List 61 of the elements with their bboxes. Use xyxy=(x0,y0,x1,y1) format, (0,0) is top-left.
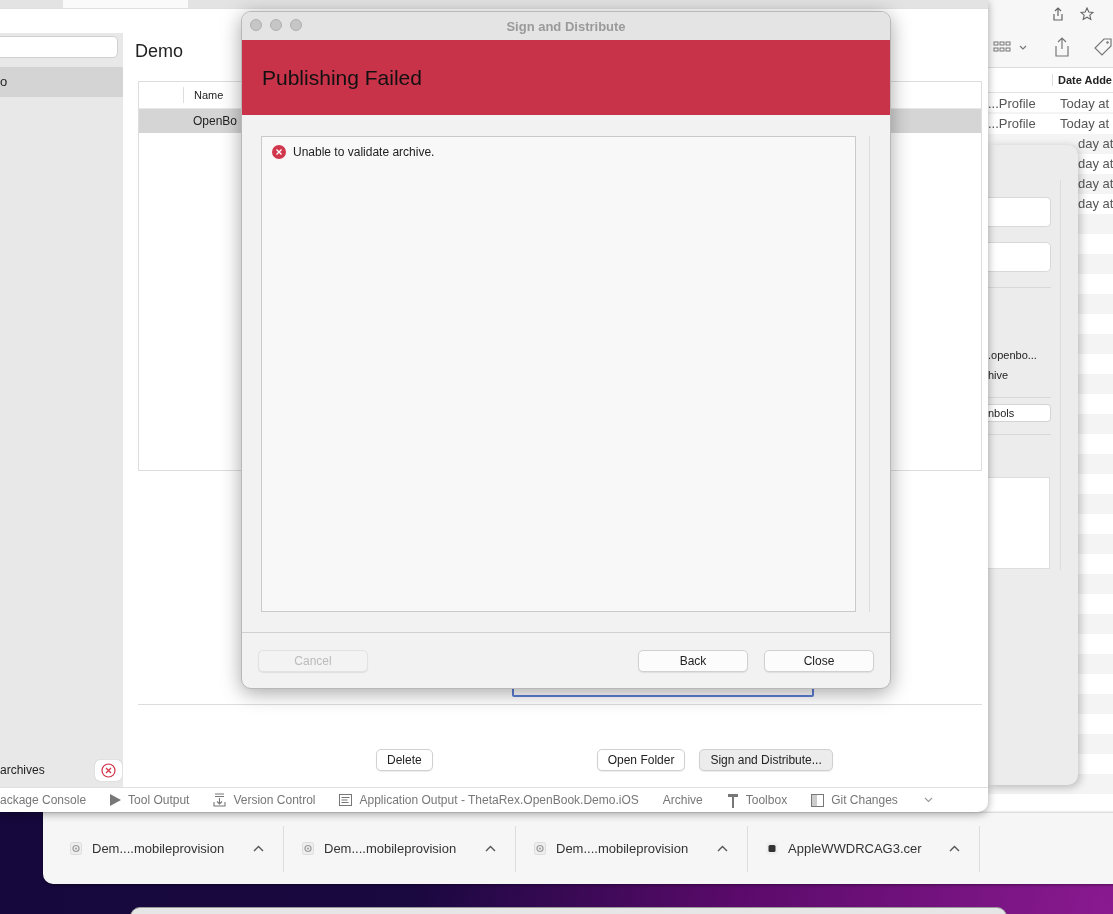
tag-icon[interactable] xyxy=(1094,38,1112,56)
text-field[interactable] xyxy=(988,242,1051,272)
pad-tab[interactable]: Toolbox xyxy=(745,793,788,807)
date-added: Today at xyxy=(1060,95,1110,111)
share-icon[interactable] xyxy=(1052,7,1064,21)
share-icon[interactable] xyxy=(1054,37,1070,57)
play-icon xyxy=(110,794,122,806)
error-message: Unable to validate archive. xyxy=(293,145,435,159)
sidebar-label: archives xyxy=(0,763,45,777)
pad-tab[interactable]: Version Control xyxy=(233,793,316,807)
page-title: Demo xyxy=(135,41,184,63)
date-added: day at xyxy=(1078,195,1113,211)
action-button[interactable]: Sign and Distribute... xyxy=(699,749,833,771)
file-gear-icon xyxy=(534,842,546,855)
hammer-icon xyxy=(726,792,739,808)
download-item[interactable]: Dem....mobileprovision xyxy=(324,841,457,856)
dialog-button[interactable]: Back xyxy=(638,649,748,672)
info-text: .openbo... xyxy=(988,348,1038,363)
symbols-button[interactable]: nbols xyxy=(988,404,1051,422)
search-field[interactable] xyxy=(0,36,118,58)
date-added: day at xyxy=(1078,155,1113,171)
text-field[interactable] xyxy=(988,197,1051,227)
file-gear-icon xyxy=(70,842,82,855)
date-added: day at xyxy=(1078,135,1113,151)
action-button[interactable]: Delete xyxy=(376,749,433,771)
chevron-up-icon[interactable] xyxy=(485,845,496,852)
sidebar-item[interactable]: o xyxy=(0,67,123,97)
chevron-up-icon[interactable] xyxy=(717,845,728,852)
x-circle-icon xyxy=(101,762,116,778)
chevron-up-icon[interactable] xyxy=(949,845,960,852)
date-added: Today at xyxy=(1060,115,1110,131)
pad-tab[interactable]: Git Changes xyxy=(831,793,898,807)
download-item[interactable]: Dem....mobileprovision xyxy=(556,841,689,856)
error-icon xyxy=(272,145,286,159)
dialog-heading: Publishing Failed xyxy=(262,65,422,90)
chevron-down-icon[interactable] xyxy=(1019,44,1027,50)
terminal-icon xyxy=(339,794,353,806)
dialog-button[interactable]: Close xyxy=(764,649,874,672)
download-item[interactable]: Dem....mobileprovision xyxy=(92,841,225,856)
certificate-icon xyxy=(766,842,778,855)
pad-tab[interactable]: Application Output - ThetaRex.OpenBook.Demo.iOS xyxy=(359,793,639,807)
chevron-up-icon[interactable] xyxy=(253,845,264,852)
tray-download-icon xyxy=(213,793,227,807)
file-kind: ...Profile xyxy=(988,95,1036,111)
pad-tab[interactable]: Tool Output xyxy=(128,793,190,807)
pad-tab[interactable]: Archive xyxy=(662,793,703,807)
pad-tab[interactable]: ackage Console xyxy=(0,793,87,807)
remove-button[interactable] xyxy=(95,759,122,781)
sidebar-panel-icon xyxy=(811,793,825,807)
window-title: Sign and Distribute xyxy=(506,18,626,34)
column-header[interactable]: Name xyxy=(184,89,224,101)
date-added: day at xyxy=(1078,175,1113,191)
download-item[interactable]: AppleWWDRCAG3.cer xyxy=(788,841,922,856)
grid-view-icon[interactable] xyxy=(993,41,1011,53)
file-kind: ...Profile xyxy=(988,115,1036,131)
column-header[interactable]: Date Adde xyxy=(1052,74,1112,86)
action-button[interactable]: Open Folder xyxy=(596,749,686,771)
chevron-down-icon[interactable] xyxy=(923,797,933,803)
star-icon[interactable] xyxy=(1080,7,1094,21)
file-gear-icon xyxy=(302,842,314,855)
info-text: hive xyxy=(988,368,1010,383)
